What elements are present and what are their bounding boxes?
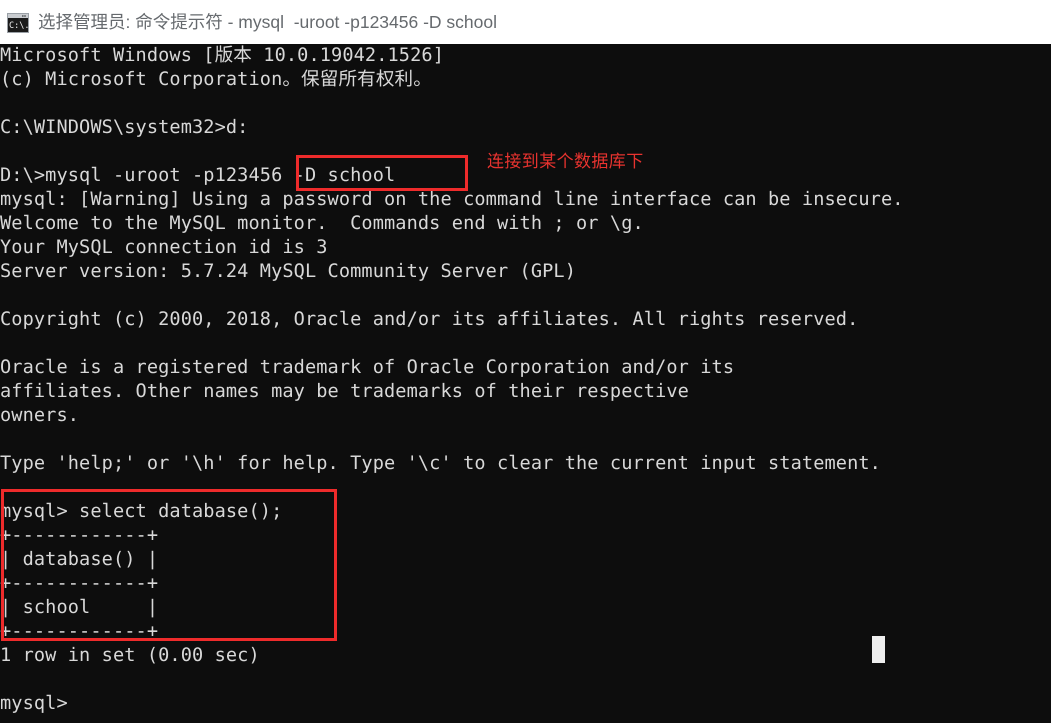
result-table-header-row: | database() |: [0, 549, 159, 570]
console-line: affiliates. Other names may be trademark…: [0, 381, 689, 402]
console-line: Server version: 5.7.24 MySQL Community S…: [0, 261, 577, 282]
console-line-mysql-connect-command: D:\>mysql -uroot -p123456 -D school: [0, 165, 396, 186]
window-title: 选择管理员: 命令提示符 - mysql -uroot -p123456 -D …: [38, 12, 498, 32]
command-prompt-window: C:\. 选择管理员: 命令提示符 - mysql -uroot -p12345…: [0, 0, 1051, 723]
title-bar[interactable]: C:\. 选择管理员: 命令提示符 - mysql -uroot -p12345…: [0, 0, 1051, 44]
console-line: Welcome to the MySQL monitor. Commands e…: [0, 213, 644, 234]
console-line: Oracle is a registered trademark of Orac…: [0, 357, 735, 378]
result-table-border-middle: +------------+: [0, 573, 159, 594]
console-line-select-database-command: mysql> select database();: [0, 501, 283, 522]
svg-text:C:\.: C:\.: [9, 21, 29, 31]
console-line: C:\WINDOWS\system32>d:: [0, 117, 249, 138]
console-line: Copyright (c) 2000, 2018, Oracle and/or …: [0, 309, 859, 330]
console-prompt: mysql>: [0, 693, 68, 714]
console-line: mysql: [Warning] Using a password on the…: [0, 189, 904, 210]
result-summary-line: 1 row in set (0.00 sec): [0, 645, 260, 666]
annotation-label-connect-to-database: 连接到某个数据库下: [487, 152, 644, 172]
result-table-border-bottom: +------------+: [0, 621, 159, 642]
result-table-border-top: +------------+: [0, 525, 159, 546]
text-cursor: [872, 636, 885, 663]
console-output-area[interactable]: Microsoft Windows [版本 10.0.19042.1526] (…: [0, 44, 1051, 723]
result-table-data-row: | school |: [0, 597, 159, 618]
console-line: Microsoft Windows [版本 10.0.19042.1526]: [0, 45, 444, 66]
console-line: Your MySQL connection id is 3: [0, 237, 328, 258]
console-line: (c) Microsoft Corporation。保留所有权利。: [0, 69, 432, 90]
cmd-console-icon: C:\.: [7, 12, 29, 33]
console-line: Type 'help;' or '\h' for help. Type '\c'…: [0, 453, 881, 474]
console-line: owners.: [0, 405, 80, 426]
